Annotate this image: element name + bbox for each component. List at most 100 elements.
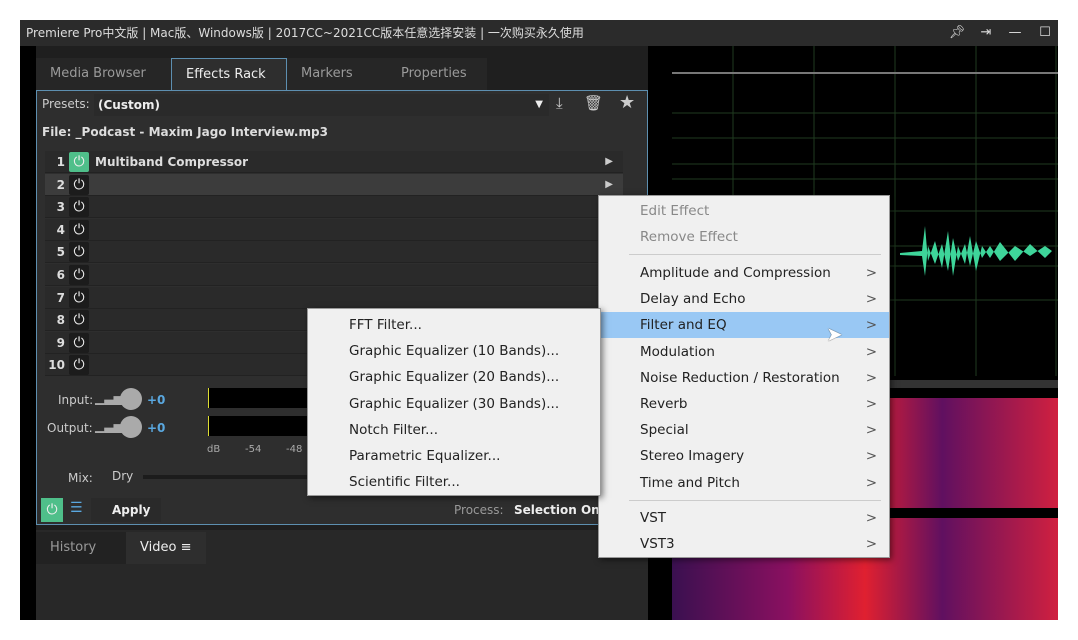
menu-item-label: Stereo Imagery <box>640 448 745 465</box>
minimize-button[interactable]: — <box>1002 20 1028 46</box>
menu-item[interactable]: Delay and Echo > <box>599 286 889 312</box>
process-dropdown[interactable]: Selection Only <box>514 503 612 517</box>
effect-slot[interactable]: 5 ⏻ <box>45 241 623 264</box>
submenu-item[interactable]: Graphic Equalizer (10 Bands)... <box>308 338 600 364</box>
menu-item[interactable]: Modulation > <box>599 339 889 365</box>
mix-value: Dry <box>112 469 134 483</box>
submenu-item[interactable]: Parametric Equalizer... <box>308 443 600 469</box>
menu-item-label: Delay and Echo <box>640 291 746 308</box>
power-icon[interactable]: ⏻ <box>69 355 89 376</box>
chevron-right-icon: > <box>865 369 877 386</box>
slot-number: 10 <box>48 358 65 373</box>
menu-item[interactable]: Stereo Imagery > <box>599 443 889 469</box>
star-icon[interactable]: ★ <box>619 92 635 113</box>
meter-tick: -54 <box>245 444 262 455</box>
apply-button[interactable]: Apply <box>91 498 161 522</box>
chevron-right-icon: > <box>865 265 877 281</box>
presets-value: (Custom) <box>98 98 160 112</box>
chevron-down-icon: ▼ <box>535 99 543 110</box>
power-icon[interactable]: ⏻ <box>69 219 89 240</box>
menu-item-label: VST3 <box>640 535 675 552</box>
chevron-right-icon: > <box>865 474 877 491</box>
submenu-item[interactable]: Graphic Equalizer (20 Bands)... <box>308 364 600 390</box>
input-meter <box>208 388 318 408</box>
chevron-right-icon: > <box>865 509 877 526</box>
slot-number: 2 <box>56 177 65 192</box>
process-label: Process: <box>454 503 504 517</box>
output-gain-knob[interactable] <box>120 416 142 438</box>
input-label: Input: <box>58 393 94 407</box>
menu-item[interactable]: Reverb > <box>599 391 889 417</box>
power-icon[interactable]: ⏻ <box>69 197 89 218</box>
bottom-panel: History Video ≡ <box>36 530 648 620</box>
slot-number: 7 <box>56 290 65 305</box>
menu-item[interactable]: VST > <box>599 505 889 531</box>
effect-slot[interactable]: 4 ⏻ <box>45 218 623 241</box>
power-icon[interactable]: ⏻ <box>69 265 89 285</box>
output-gain-value: +0 <box>147 421 166 435</box>
submenu-item[interactable]: Notch Filter... <box>308 417 600 443</box>
power-icon[interactable]: ⏻ <box>69 242 89 263</box>
dock-icon[interactable]: ⇥ <box>973 20 999 46</box>
menu-item[interactable]: Time and Pitch > <box>599 470 889 496</box>
rack-power-button[interactable]: ⏻ <box>41 498 63 522</box>
menu-item[interactable]: Remove Effect <box>599 224 889 250</box>
submenu-item[interactable]: FFT Filter... <box>308 312 600 338</box>
list-icon[interactable]: ☰ <box>70 500 83 516</box>
effect-slot[interactable]: 7 ⏻ <box>45 286 623 309</box>
power-icon[interactable]: ⏻ <box>69 152 89 172</box>
filter-eq-submenu: FFT Filter... Graphic Equalizer (10 Bands… <box>307 308 601 496</box>
power-icon[interactable]: ⏻ <box>69 174 89 195</box>
menu-item[interactable]: Noise Reduction / Restoration > <box>599 365 889 391</box>
tab-media-browser[interactable]: Media Browser <box>36 58 171 90</box>
panel-menu-icon[interactable]: ≡ <box>181 540 192 555</box>
tab-label: Video <box>140 540 177 555</box>
tab-markers[interactable]: Markers <box>287 58 387 90</box>
chevron-right-icon: > <box>865 317 877 334</box>
maximize-button[interactable]: ☐ <box>1032 20 1058 46</box>
play-arrow-icon[interactable]: ▶ <box>605 151 613 173</box>
presets-label: Presets: <box>42 97 90 111</box>
power-icon[interactable]: ⏻ <box>69 287 89 308</box>
menu-item[interactable]: VST3 > <box>599 531 889 557</box>
output-meter <box>208 416 318 436</box>
menu-item-label: Modulation <box>640 343 715 360</box>
menu-item-label: Time and Pitch <box>640 474 740 491</box>
save-preset-icon[interactable]: ⤓ <box>556 94 563 112</box>
chevron-right-icon: > <box>865 448 877 465</box>
mix-slider[interactable] <box>143 475 313 479</box>
menu-item[interactable]: Special > <box>599 417 889 443</box>
submenu-item[interactable]: Scientific Filter... <box>308 469 600 495</box>
menu-item[interactable]: Edit Effect <box>599 198 889 224</box>
tab-history[interactable]: History <box>36 532 126 564</box>
signal-icon: ▁▃▅ <box>95 419 123 433</box>
effect-slot[interactable]: 2 ⏻ ▶ <box>45 173 623 196</box>
play-arrow-icon[interactable]: ▶ <box>605 174 613 196</box>
pin-icon[interactable]: 📌︎ <box>944 20 970 46</box>
effect-slot[interactable]: 3 ⏻ <box>45 196 623 219</box>
chevron-right-icon: > <box>865 396 877 412</box>
menu-item[interactable]: Amplitude and Compression > <box>599 260 889 286</box>
input-gain-knob[interactable] <box>120 388 142 410</box>
power-icon[interactable]: ⏻ <box>69 310 89 331</box>
tab-properties[interactable]: Properties <box>387 58 487 90</box>
slot-number: 4 <box>56 222 65 237</box>
effect-slot[interactable]: 1 ⏻ Multiband Compressor ▶ <box>45 151 623 173</box>
trash-icon[interactable]: 🗑︎ <box>584 94 603 112</box>
submenu-item[interactable]: Graphic Equalizer (30 Bands)... <box>308 391 600 417</box>
presets-dropdown[interactable]: (Custom) ▼ <box>94 94 549 116</box>
slot-number: 6 <box>56 268 65 282</box>
power-icon[interactable]: ⏻ <box>69 332 89 353</box>
menu-separator <box>629 499 881 501</box>
menu-separator <box>629 254 881 255</box>
effect-slot[interactable]: 6 ⏻ <box>45 264 623 286</box>
menu-item-label: Noise Reduction / Restoration <box>640 369 840 386</box>
output-label: Output: <box>47 421 93 435</box>
menu-item-label: Reverb <box>640 396 688 412</box>
menu-item-label: Filter and EQ <box>640 317 727 334</box>
tab-video[interactable]: Video ≡ <box>126 532 206 564</box>
menu-item[interactable]: Filter and EQ > <box>599 312 889 339</box>
tab-effects-rack[interactable]: Effects Rack ≡ <box>171 58 287 114</box>
slot-number: 3 <box>56 200 65 215</box>
chevron-right-icon: > <box>865 291 877 308</box>
